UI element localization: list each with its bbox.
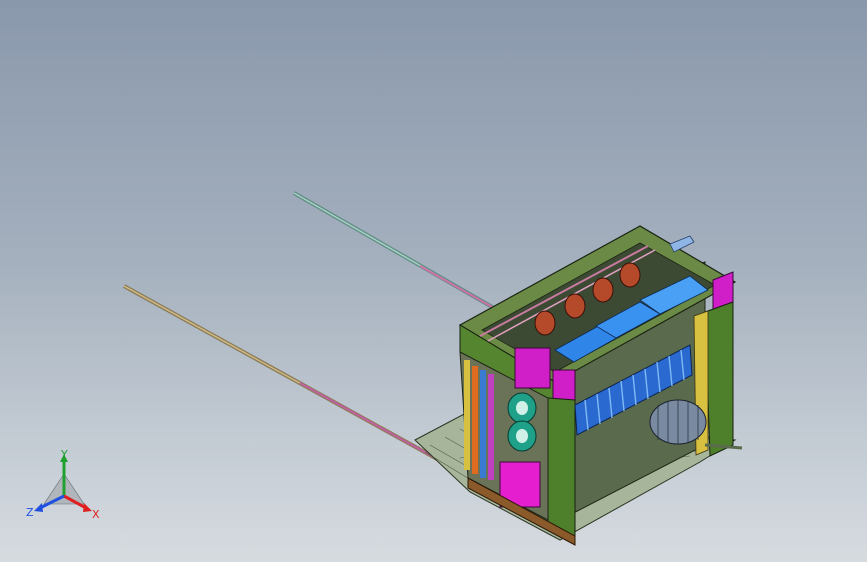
cage-basket[interactable] (649, 399, 707, 445)
feed-rod-upper[interactable] (293, 191, 495, 310)
axis-triad: Y X Z (26, 448, 100, 521)
y-axis-label: Y (60, 448, 68, 461)
x-axis-label: X (92, 508, 100, 521)
x-axis-head (83, 503, 92, 512)
machine-body[interactable] (458, 225, 743, 546)
graphics-viewport[interactable]: Y X Z (0, 0, 867, 562)
z-axis-head (34, 503, 43, 512)
cad-model-scene[interactable] (0, 0, 867, 562)
feed-rod-lower[interactable] (123, 284, 469, 478)
z-axis-label: Z (26, 506, 34, 519)
